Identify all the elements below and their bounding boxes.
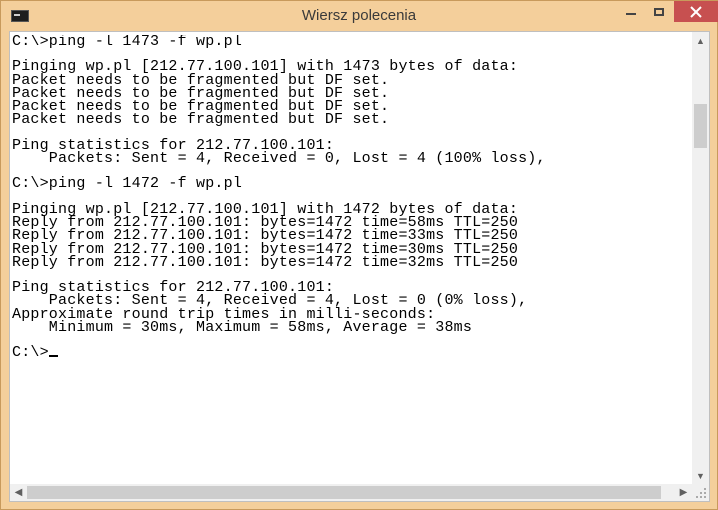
window-title: Wiersz polecenia — [301, 7, 417, 24]
console-line-text: Reply from 212.77.100.101: bytes=1472 ti… — [12, 253, 519, 271]
console-line: C:\>ping -l 1472 -f wp.pl — [12, 175, 702, 193]
horizontal-scrollbar[interactable]: ◀ ▶ — [10, 484, 692, 501]
console-line: C:\>ping -l 1473 -f wp.pl — [12, 35, 702, 50]
chevron-left-icon[interactable]: ◀ — [10, 484, 27, 501]
minimize-button[interactable] — [618, 1, 644, 23]
horizontal-scroll-thumb[interactable] — [27, 486, 661, 499]
console-line: Packet needs to be fragmented but DF set… — [12, 111, 702, 129]
console-line-text: Packet needs to be fragmented but DF set… — [12, 111, 390, 129]
console-client-area[interactable]: C:\>ping -l 1473 -f wp.pl Pinging wp.pl [… — [9, 31, 710, 502]
console-line: Packets: Sent = 4, Received = 0, Lost = … — [12, 150, 702, 168]
console-line: Reply from 212.77.100.101: bytes=1472 ti… — [12, 253, 702, 271]
console-output[interactable]: C:\>ping -l 1473 -f wp.pl Pinging wp.pl [… — [12, 35, 702, 487]
console-line-text: Minimum = 30ms, Maximum = 58ms, Average … — [12, 319, 473, 337]
chevron-right-icon[interactable]: ▶ — [675, 484, 692, 501]
console-line: C:\> — [12, 344, 702, 362]
console-line: Minimum = 30ms, Maximum = 58ms, Average … — [12, 319, 702, 337]
console-window: Wiersz polecenia C:\>ping -l 1473 -f wp.… — [0, 0, 718, 510]
title-bar[interactable]: Wiersz polecenia — [1, 1, 718, 31]
minimize-icon — [626, 13, 636, 15]
console-line-text: Packets: Sent = 4, Received = 0, Lost = … — [12, 150, 546, 168]
close-button[interactable] — [674, 1, 718, 22]
chevron-down-icon[interactable]: ▼ — [692, 467, 709, 484]
console-line-text: C:\>ping -l 1473 -f wp.pl — [12, 35, 243, 50]
text-cursor — [48, 355, 58, 358]
console-line-text: C:\> — [12, 344, 49, 362]
maximize-icon — [654, 8, 664, 16]
close-icon — [690, 5, 702, 18]
vertical-scroll-thumb[interactable] — [694, 104, 707, 148]
console-line-text: C:\>ping -l 1472 -f wp.pl — [12, 175, 243, 193]
resize-grip-icon[interactable] — [692, 484, 709, 501]
vertical-scrollbar[interactable]: ▲ ▼ — [692, 32, 709, 484]
maximize-button[interactable] — [646, 1, 672, 23]
chevron-up-icon[interactable]: ▲ — [692, 32, 709, 49]
